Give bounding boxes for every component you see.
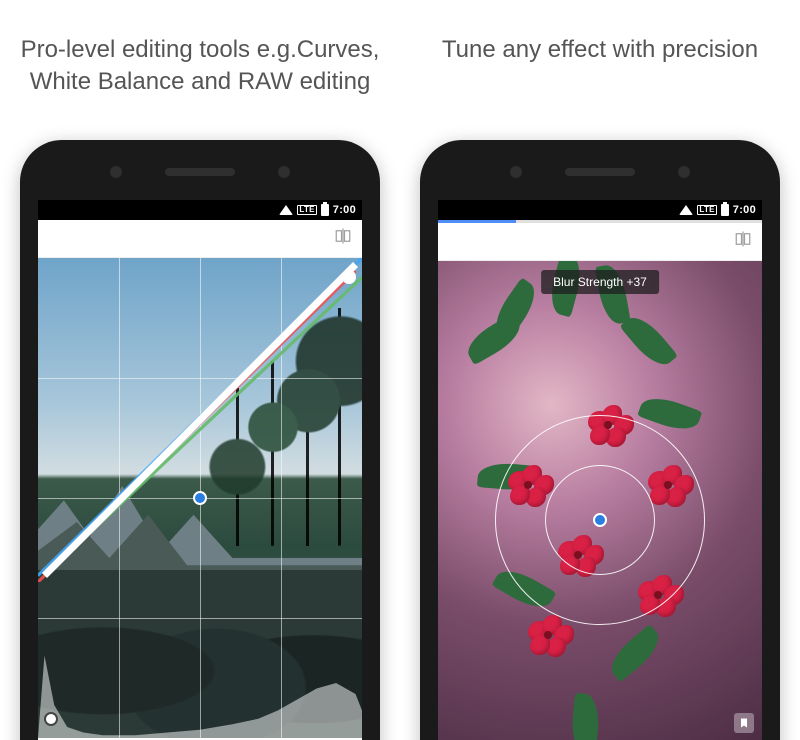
lte-icon: LTE: [697, 205, 716, 215]
curve-node-bottom[interactable]: [44, 712, 58, 726]
battery-icon: [321, 204, 329, 216]
status-time: 7:00: [733, 204, 756, 216]
curve-node-top[interactable]: [342, 270, 356, 284]
status-time: 7:00: [333, 204, 356, 216]
histogram: [38, 628, 362, 738]
caption-right: Tune any effect with precision: [420, 34, 780, 66]
compare-icon[interactable]: [734, 230, 752, 253]
battery-icon: [721, 204, 729, 216]
bookmark-icon[interactable]: [734, 713, 754, 733]
lte-icon: LTE: [297, 205, 316, 215]
status-bar: LTE 7:00: [38, 200, 362, 220]
status-bar: LTE 7:00: [438, 200, 762, 220]
curve-node-mid[interactable]: [193, 491, 207, 505]
edit-canvas[interactable]: [438, 261, 762, 740]
edit-canvas[interactable]: [38, 258, 362, 738]
app-top-bar: [38, 220, 362, 258]
phone-left: LTE 7:00: [20, 140, 380, 740]
caption-left: Pro-level editing tools e.g.Curves, Whit…: [20, 34, 380, 99]
app-top-bar: [438, 223, 762, 261]
wifi-icon: [679, 205, 693, 215]
curves-overlay[interactable]: [38, 258, 362, 582]
phone-right: LTE 7:00: [420, 140, 780, 740]
parameter-pill: Blur Strength +37: [541, 270, 659, 294]
compare-icon[interactable]: [334, 227, 352, 250]
focus-center-dot[interactable]: [593, 513, 607, 527]
wifi-icon: [279, 205, 293, 215]
